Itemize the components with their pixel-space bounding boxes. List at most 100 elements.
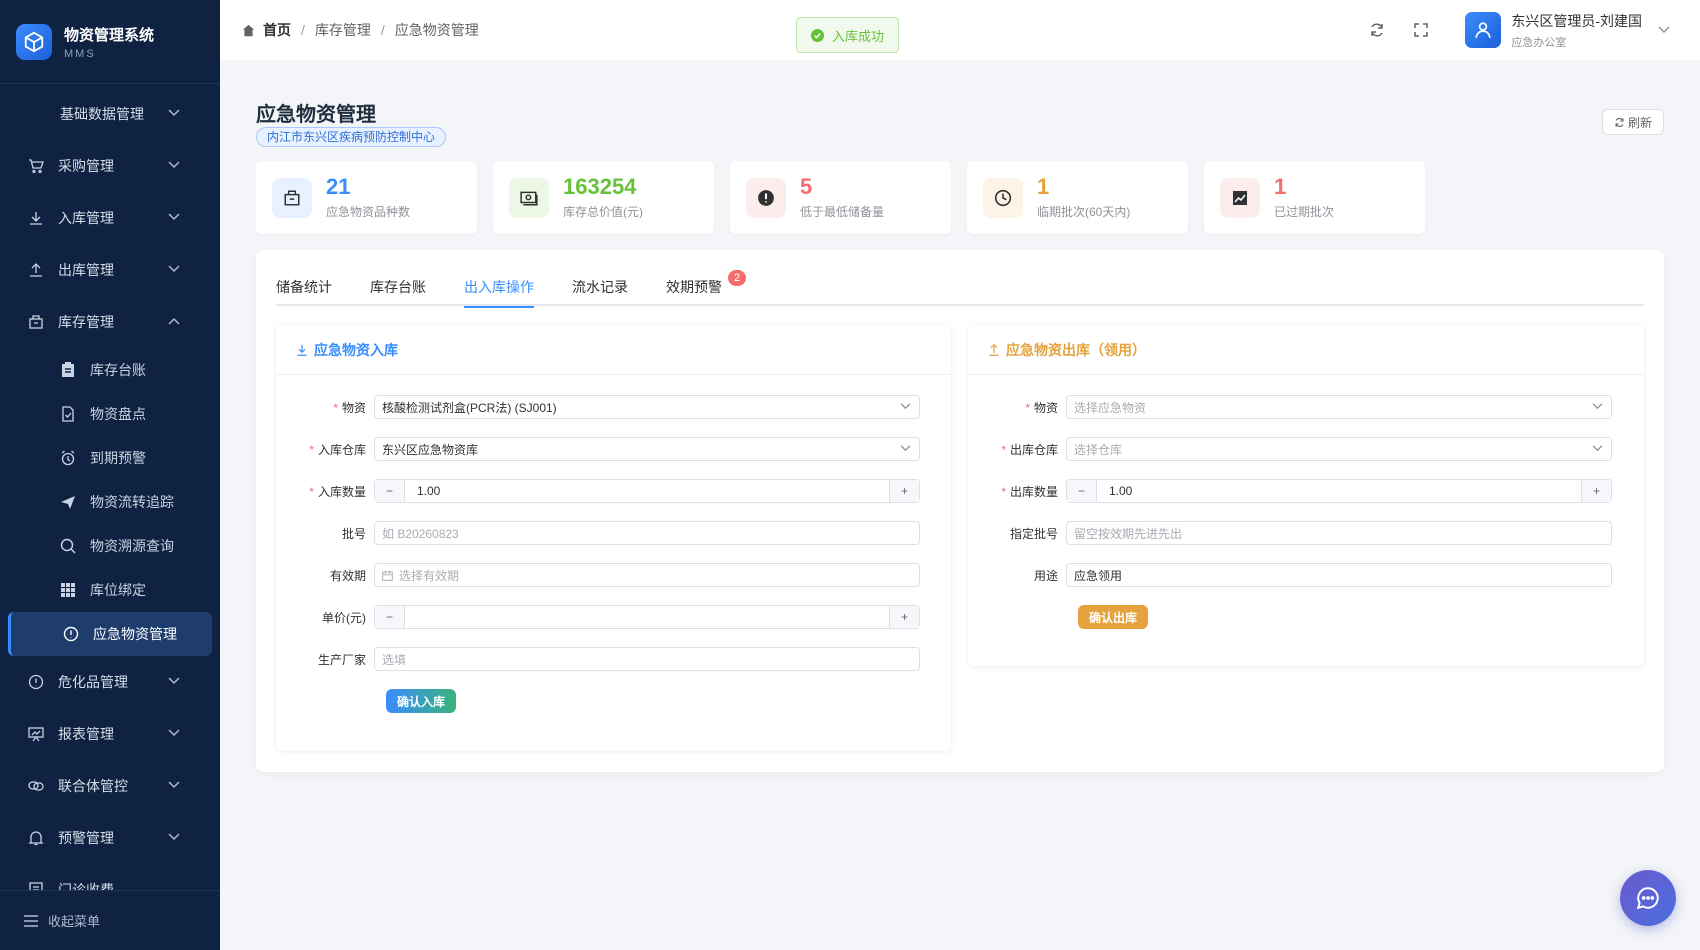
chevron-down-icon <box>1658 26 1670 34</box>
field-label: * 出库仓库 <box>1001 442 1058 457</box>
inbound-maker-input[interactable]: 选填 <box>374 647 920 671</box>
price-value[interactable] <box>405 606 889 628</box>
confirm-outbound-button[interactable]: 确认出库 <box>1078 605 1149 629</box>
outbound-quantity-row: * 出库数量 − 1.00 + <box>968 479 1612 503</box>
collapse-menu-button[interactable]: 收起菜单 <box>0 890 220 950</box>
decrement-button[interactable]: − <box>375 606 405 628</box>
field-label: * 出库数量 <box>1001 484 1058 499</box>
menu-label: 出库管理 <box>58 262 114 278</box>
breadcrumb-separator: / <box>380 22 385 38</box>
menu-label: 报表管理 <box>58 726 114 742</box>
user-menu[interactable]: 东兴区管理员-刘建国 应急办公室 <box>1465 11 1670 50</box>
success-toast: 入库成功 <box>796 17 900 53</box>
confirm-inbound-button[interactable]: 确认入库 <box>386 689 457 713</box>
breadcrumb-home[interactable]: 首页 <box>263 20 291 40</box>
chevron-down-icon <box>168 677 180 685</box>
increment-button[interactable]: + <box>889 480 919 502</box>
upload-icon <box>988 343 1000 356</box>
link-icon <box>28 778 44 794</box>
app-subtitle: MMS <box>64 47 96 60</box>
chevron-down-icon <box>168 781 180 789</box>
menu-item-inventory[interactable]: 库存管理 <box>0 296 220 348</box>
tab-inventory-ledger[interactable]: 库存台账 <box>370 270 426 306</box>
tab-flow-records[interactable]: 流水记录 <box>572 270 628 306</box>
chat-assistant-button[interactable] <box>1620 870 1676 926</box>
inbound-price-stepper: − + <box>374 605 920 629</box>
submenu-item-trace-query[interactable]: 物资溯源查询 <box>0 524 220 568</box>
outbound-batch-row: 指定批号 留空按效期先进先出 <box>968 521 1612 545</box>
outbound-purpose-input[interactable]: 应急领用 <box>1066 563 1612 587</box>
tab-in-out-operations[interactable]: 出入库操作 <box>464 270 534 308</box>
submenu-item-stocktake[interactable]: 物资盘点 <box>0 392 220 436</box>
stat-card-total-value: 163254 库存总价值(元) <box>493 161 714 234</box>
stat-card-kinds: 21 应急物资品种数 <box>256 161 477 234</box>
chevron-up-icon <box>168 317 180 325</box>
field-label: 单价(元) <box>322 610 366 625</box>
submenu-item-ledger[interactable]: 库存台账 <box>0 348 220 392</box>
quantity-value[interactable]: 1.00 <box>1097 480 1581 502</box>
stat-value: 163254 <box>563 174 637 199</box>
menu-item-purchase[interactable]: 采购管理 <box>0 140 220 192</box>
breadcrumb-separator: / <box>301 22 305 38</box>
submenu-label: 物资流转追踪 <box>90 494 174 510</box>
quantity-value[interactable]: 1.00 <box>405 480 889 502</box>
stat-label: 库存总价值(元) <box>563 205 643 219</box>
report-icon <box>28 726 44 742</box>
chevron-down-icon <box>900 445 911 452</box>
top-header: 首页 / 库存管理 / 应急物资管理 入库成功 东兴区管理员-刘建国 应急办公室 <box>220 0 1700 60</box>
field-label: * 物资 <box>333 400 366 415</box>
box-icon <box>28 314 44 330</box>
decrement-button[interactable]: − <box>1067 480 1097 502</box>
download-icon <box>28 210 44 226</box>
clipboard-icon <box>60 362 76 378</box>
inbound-material-select[interactable]: 核酸检测试剂盒(PCR法) (SJ001) <box>374 395 920 419</box>
select-value: 核酸检测试剂盒(PCR法) (SJ001) <box>382 400 557 415</box>
menu-lines-icon <box>24 914 38 927</box>
fullscreen-icon[interactable] <box>1411 20 1431 40</box>
download-icon <box>296 344 308 356</box>
menu-item-basic-data[interactable]: 基础数据管理 <box>0 88 220 140</box>
inbound-batch-input[interactable]: 如 B20260823 <box>374 521 920 545</box>
menu-item-hazardous[interactable]: 危化品管理 <box>0 656 220 708</box>
placeholder: 选择有效期 <box>399 568 460 583</box>
outbound-material-select[interactable]: 选择应急物资 <box>1066 395 1612 419</box>
outbound-warehouse-select[interactable]: 选择仓库 <box>1066 437 1612 461</box>
menu-item-reports[interactable]: 报表管理 <box>0 708 220 760</box>
stat-label: 已过期批次 <box>1274 205 1335 219</box>
submenu-item-emergency-materials[interactable]: 应急物资管理 <box>8 612 212 656</box>
menu-item-outpatient-billing[interactable]: 门诊收费 <box>0 864 220 890</box>
package-icon <box>272 177 312 218</box>
menu-item-consortium[interactable]: 联合体管控 <box>0 760 220 812</box>
inbound-expiry-datepicker[interactable]: 选择有效期 <box>374 563 920 587</box>
refresh-icon[interactable] <box>1367 20 1387 40</box>
menu-item-outbound[interactable]: 出库管理 <box>0 244 220 296</box>
stat-card-expired: 1 已过期批次 <box>1204 161 1425 234</box>
sidebar: 物资管理系统 MMS 基础数据管理 采购管理 入库管理 出库管理 库存管理 库存… <box>0 0 220 950</box>
submenu-item-flow-tracking[interactable]: 物资流转追踪 <box>0 480 220 524</box>
tab-reserve-stats[interactable]: 储备统计 <box>276 270 332 306</box>
bell-icon <box>28 830 44 846</box>
select-value: 东兴区应急物资库 <box>382 442 479 457</box>
chevron-down-icon <box>168 265 180 273</box>
outbound-title: 应急物资出库（领用） <box>1006 341 1146 358</box>
menu-item-alerts[interactable]: 预警管理 <box>0 812 220 864</box>
tab-expiry-alerts[interactable]: 效期预警 2 <box>666 270 746 306</box>
increment-button[interactable]: + <box>1581 480 1611 502</box>
tab-label: 效期预警 <box>666 279 722 295</box>
menu-label: 联合体管控 <box>58 778 128 794</box>
alert-icon <box>746 177 786 218</box>
refresh-button[interactable]: 刷新 <box>1601 109 1664 135</box>
user-name: 东兴区管理员-刘建国 <box>1511 12 1642 29</box>
field-label: * 入库仓库 <box>309 442 366 457</box>
submenu-item-expiry-warning[interactable]: 到期预警 <box>0 436 220 480</box>
breadcrumb-inventory[interactable]: 库存管理 <box>315 20 371 40</box>
menu-item-inbound[interactable]: 入库管理 <box>0 192 220 244</box>
inbound-warehouse-select[interactable]: 东兴区应急物资库 <box>374 437 920 461</box>
inbound-title: 应急物资入库 <box>314 341 398 358</box>
increment-button[interactable]: + <box>889 606 919 628</box>
cart-icon <box>28 158 44 174</box>
decrement-button[interactable]: − <box>375 480 405 502</box>
submenu-item-location-binding[interactable]: 库位绑定 <box>0 568 220 612</box>
outbound-batch-input[interactable]: 留空按效期先进先出 <box>1066 521 1612 545</box>
inbound-warehouse-row: * 入库仓库 东兴区应急物资库 <box>276 437 920 461</box>
